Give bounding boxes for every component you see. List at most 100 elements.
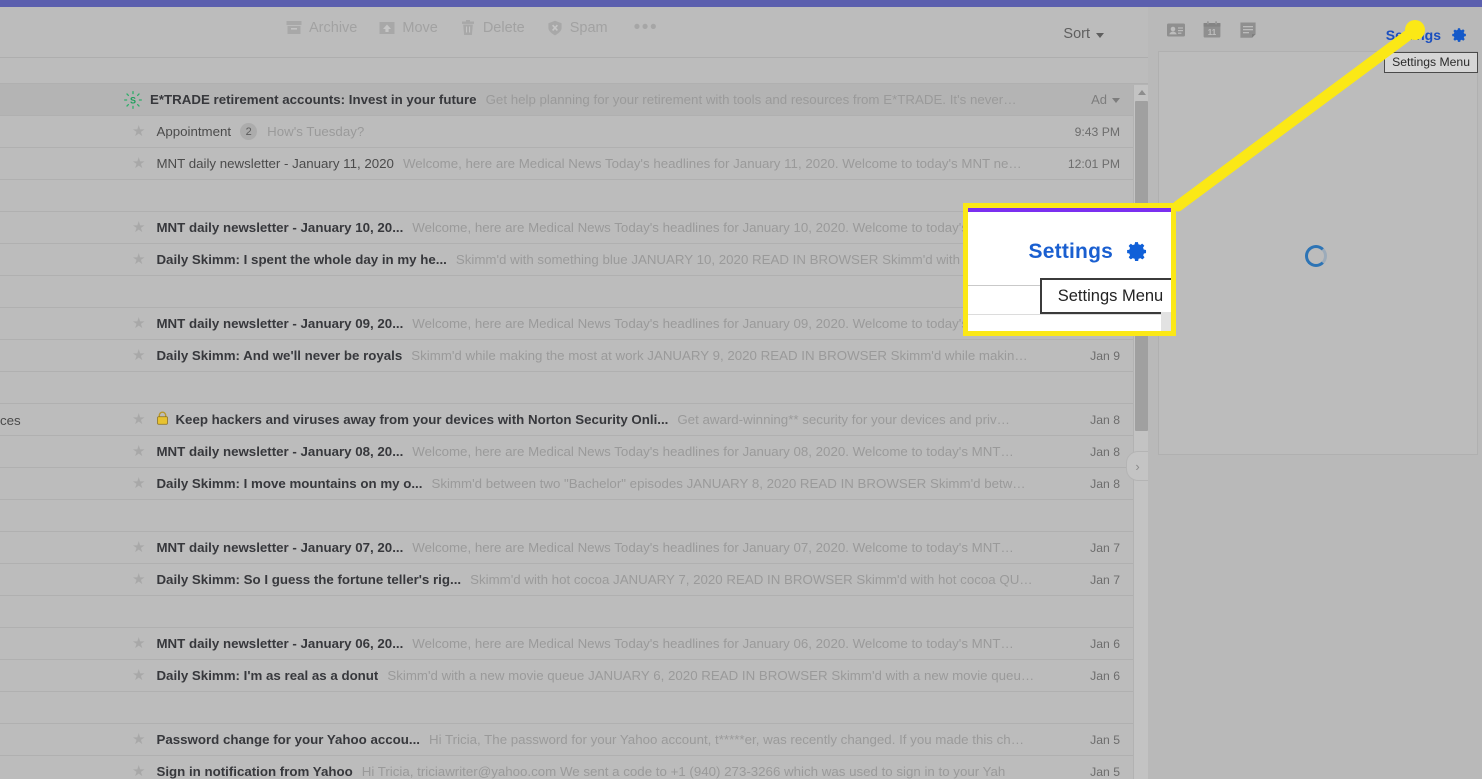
message-snippet: Welcome, here are Medical News Today's h…	[412, 540, 1014, 555]
svg-text:S: S	[130, 95, 136, 105]
message-snippet: How's Tuesday?	[267, 124, 365, 139]
table-row[interactable]: ★ Daily Skimm: I move mountains on my o..…	[0, 468, 1148, 500]
list-spacer	[0, 596, 1148, 628]
message-snippet: Skimm'd with hot cocoa JANUARY 7, 2020 R…	[470, 572, 1033, 587]
message-snippet: Hi Tricia, The password for your Yahoo a…	[429, 732, 1024, 747]
callout-divider-left	[968, 285, 1040, 286]
spam-label: Spam	[569, 20, 608, 36]
delete-label: Delete	[482, 20, 525, 36]
message-subject: MNT daily newsletter - January 08, 20...	[156, 444, 404, 459]
list-spacer	[0, 692, 1148, 724]
message-snippet: Hi Tricia, triciawriter@yahoo.com We sen…	[361, 764, 1006, 779]
star-icon[interactable]: ★	[132, 348, 145, 363]
table-row[interactable]: ★ Daily Skimm: And we'll never be royals S…	[0, 340, 1148, 372]
callout-settings-button[interactable]: Settings	[1029, 239, 1149, 264]
truncated-left-text: ces	[0, 412, 21, 428]
message-time: Jan 8	[1090, 476, 1120, 491]
star-icon[interactable]: ★	[132, 636, 145, 651]
delete-button[interactable]: Delete	[460, 20, 525, 36]
chevron-down-icon	[1112, 98, 1120, 103]
table-row[interactable]: ★ MNT daily newsletter - January 11, 2020…	[0, 148, 1148, 180]
archive-icon	[286, 20, 302, 36]
message-subject: MNT daily newsletter - January 07, 20...	[156, 540, 404, 555]
message-subject: Daily Skimm: And we'll never be royals	[156, 348, 403, 363]
star-icon[interactable]: ★	[132, 444, 145, 459]
message-reading-pane	[1158, 51, 1478, 455]
star-icon[interactable]: ★	[132, 476, 145, 491]
star-icon[interactable]: ★	[132, 156, 145, 171]
svg-text:11: 11	[1208, 28, 1217, 37]
archive-button[interactable]: Archive	[286, 20, 357, 36]
star-icon[interactable]: ★	[132, 668, 145, 683]
star-icon[interactable]: ★	[132, 764, 145, 779]
message-snippet: Skimm'd while making the most at work JA…	[411, 348, 1028, 363]
more-actions-button[interactable]: •••	[630, 18, 658, 37]
callout-divider-lower	[968, 314, 1171, 315]
table-row[interactable]: ★ MNT daily newsletter - January 08, 20..…	[0, 436, 1148, 468]
table-row[interactable]: ★ Password change for your Yahoo accou...…	[0, 724, 1148, 756]
callout-tooltip: Settings Menu	[1040, 278, 1171, 314]
trash-icon	[460, 20, 476, 36]
reading-pane-column: 11 Settings Settings Menu	[1148, 7, 1482, 779]
star-icon[interactable]: ★	[132, 412, 145, 427]
callout-scroll-fragment	[1161, 312, 1171, 331]
message-list: S E*TRADE retirement accounts: Invest in …	[0, 84, 1148, 779]
scroll-up-arrow[interactable]	[1134, 85, 1149, 99]
archive-label: Archive	[309, 20, 358, 36]
spam-button[interactable]: Spam	[547, 20, 608, 36]
message-subject: Appointment	[156, 124, 232, 139]
list-scrollbar[interactable]	[1133, 85, 1148, 779]
notepad-icon[interactable]	[1238, 20, 1258, 40]
chevron-down-icon	[1096, 32, 1104, 38]
star-icon[interactable]: ★	[132, 252, 145, 267]
star-icon[interactable]: ★	[132, 124, 145, 139]
calendar-icon[interactable]: 11	[1202, 20, 1222, 40]
message-subject: MNT daily newsletter - January 06, 20...	[156, 636, 404, 651]
message-subject: Daily Skimm: I'm as real as a donut	[156, 668, 379, 683]
app-window: Archive Move Delete Spam ••• Sort S E*TR…	[0, 0, 1482, 779]
contacts-icon[interactable]	[1166, 20, 1186, 40]
gear-icon	[1124, 239, 1149, 264]
sort-button[interactable]: Sort	[1063, 26, 1104, 42]
callout-accent-bar	[968, 208, 1171, 212]
star-icon[interactable]: ★	[132, 732, 145, 747]
mail-list-column: Archive Move Delete Spam ••• Sort S E*TR…	[0, 7, 1148, 779]
table-row[interactable]: ★ Daily Skimm: So I guess the fortune tel…	[0, 564, 1148, 596]
table-row[interactable]: ★ Sign in notification from Yahoo Hi Trici…	[0, 756, 1148, 779]
callout-settings-label: Settings	[1028, 239, 1113, 263]
list-spacer	[0, 372, 1148, 404]
message-subject: Keep hackers and viruses away from your …	[175, 412, 669, 427]
move-label: Move	[402, 20, 438, 36]
loading-spinner-icon	[1305, 245, 1327, 267]
expand-pane-button[interactable]: ›	[1126, 451, 1148, 481]
message-subject: Daily Skimm: So I guess the fortune tell…	[156, 572, 462, 587]
message-time: Jan 7	[1090, 572, 1120, 587]
message-snippet: Skimm'd with a new movie queue JANUARY 6…	[387, 668, 1035, 683]
message-snippet: Skimm'd between two "Bachelor" episodes …	[431, 476, 1026, 491]
thread-count-badge: 2	[240, 123, 258, 140]
table-row[interactable]: ★ MNT daily newsletter - January 07, 20..…	[0, 532, 1148, 564]
ad-label[interactable]: Ad	[1091, 92, 1120, 107]
message-subject: MNT daily newsletter - January 10, 20...	[156, 220, 404, 235]
message-time: Jan 5	[1090, 764, 1120, 779]
table-row[interactable]: ★ MNT daily newsletter - January 06, 20..…	[0, 628, 1148, 660]
table-row[interactable]: ★ Daily Skimm: I'm as real as a donut Skim…	[0, 660, 1148, 692]
pointer-highlight-dot	[1405, 20, 1425, 40]
table-row[interactable]: ★ Appointment 2 How's Tuesday? 9:43 PM	[0, 116, 1148, 148]
star-icon[interactable]: ★	[132, 220, 145, 235]
message-subject: Sign in notification from Yahoo	[156, 764, 353, 779]
star-icon[interactable]: ★	[132, 572, 145, 587]
message-time: Jan 9	[1090, 348, 1120, 363]
table-row[interactable]: ces ★ Keep hackers and viruses away from y…	[0, 404, 1148, 436]
sponsored-row[interactable]: S E*TRADE retirement accounts: Invest in …	[0, 84, 1148, 116]
move-button[interactable]: Move	[379, 20, 438, 36]
list-header-strip	[0, 58, 1148, 84]
message-time: 9:43 PM	[1074, 124, 1120, 139]
star-icon[interactable]: ★	[132, 316, 145, 331]
star-icon[interactable]: ★	[132, 540, 145, 555]
etrade-sun-icon: S	[124, 90, 142, 109]
list-spacer	[0, 500, 1148, 532]
message-time: Jan 7	[1090, 540, 1120, 555]
settings-menu-button[interactable]: Settings	[1386, 26, 1468, 44]
message-time: Jan 6	[1090, 668, 1120, 683]
